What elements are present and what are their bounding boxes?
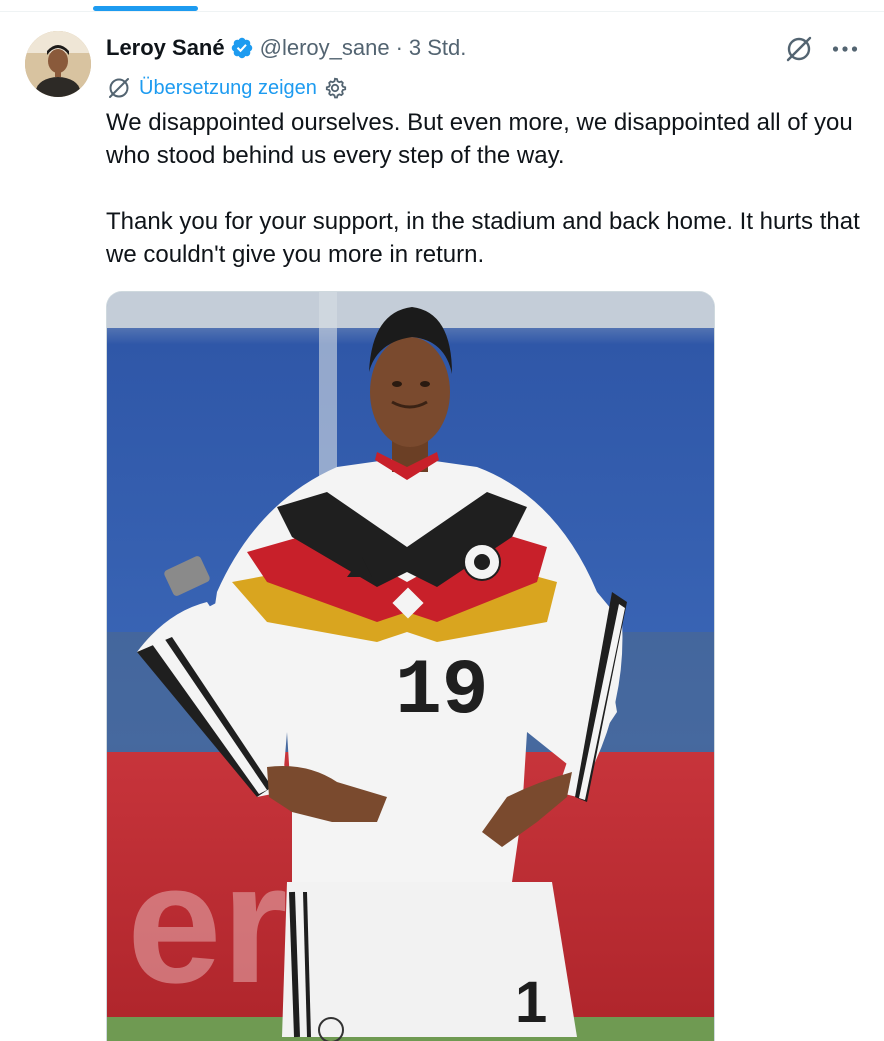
tweet-text: We disappointed ourselves. But even more… [106,106,866,271]
avatar-image [25,31,91,97]
handle[interactable]: @leroy_sane [260,35,390,61]
more-button[interactable] [828,32,862,66]
separator: · [395,35,403,60]
tweet-paragraph: Thank you for your support, in the stadi… [106,208,860,268]
tweet-header: Leroy Sané @leroy_sane · 3 Std. [106,32,466,64]
translate-link[interactable]: Übersetzung zeigen [139,77,317,100]
tweet-paragraph: We disappointed ourselves. But even more… [106,109,853,169]
tweet-actions [782,32,862,66]
display-name[interactable]: Leroy Sané [106,35,225,61]
settings-icon[interactable] [323,76,347,100]
grok-icon [786,36,812,62]
translate-icon[interactable] [106,75,132,101]
translate-row: Übersetzung zeigen [106,74,347,102]
timestamp[interactable]: 3 Std. [409,35,466,61]
grok-button[interactable] [782,32,816,66]
avatar[interactable] [25,31,91,97]
divider [0,11,884,12]
player-photo: ervo 1 19 [107,292,714,1041]
more-icon [832,46,858,52]
jersey-number: 19 [395,648,489,736]
tweet-photo[interactable]: ervo 1 19 [106,291,715,1041]
verified-badge-icon [231,37,252,59]
svg-text:1: 1 [515,970,547,1035]
